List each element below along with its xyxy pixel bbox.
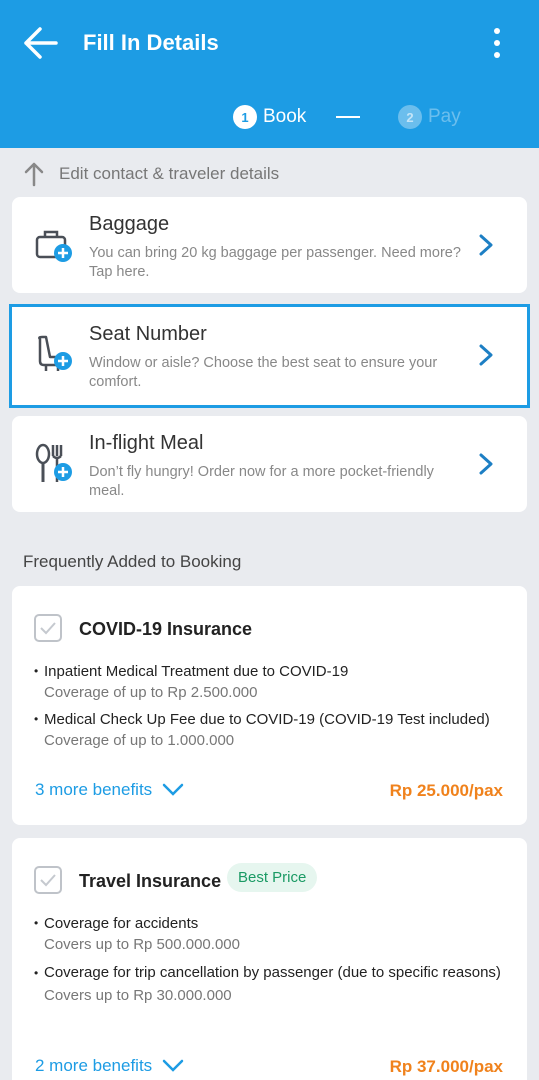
benefit-title: Medical Check Up Fee due to COVID-19 (CO… [34, 709, 514, 730]
back-arrow-icon[interactable] [22, 24, 62, 62]
section-title: Frequently Added to Booking [23, 552, 242, 571]
step-book: 1 Book [233, 104, 306, 130]
step-divider [336, 116, 360, 118]
more-benefits-link[interactable]: 3 more benefits [35, 780, 184, 800]
insurance-checkbox[interactable] [34, 866, 62, 894]
more-benefits-link[interactable]: 2 more benefits [35, 1056, 184, 1076]
more-benefits-label: 2 more benefits [35, 1056, 153, 1075]
benefit-item: Coverage for trip cancellation by passen… [34, 961, 514, 1006]
addon-card-baggage[interactable]: Baggage You can bring 20 kg baggage per … [12, 197, 527, 293]
benefit-title: Coverage for accidents [34, 913, 514, 934]
addon-card-seat-number[interactable]: Seat Number Window or aisle? Choose the … [9, 304, 530, 408]
addon-title: In-flight Meal [89, 432, 204, 454]
benefit-subtitle: Coverage of up to 1.000.000 [44, 732, 235, 749]
arrow-up-icon [24, 162, 44, 187]
step-pay: 2 Pay [398, 104, 461, 130]
app-header: Fill In Details 1 Book 2 Pay [0, 0, 539, 148]
baggage-add-icon [35, 230, 72, 262]
addon-card-inflight-meal[interactable]: In-flight Meal Don’t fly hungry! Order n… [12, 416, 527, 512]
seat-add-icon [38, 335, 72, 371]
edit-contact-label: Edit contact & traveler details [59, 164, 280, 183]
meal-add-icon [35, 443, 72, 482]
addon-description: Window or aisle? Choose the best seat to… [89, 355, 438, 390]
addon-title: Seat Number [89, 323, 207, 345]
step-number: 1 [233, 105, 257, 129]
insurance-price: Rp 37.000/pax [389, 1057, 503, 1076]
addon-title: Baggage [89, 213, 170, 235]
benefit-subtitle: Covers up to Rp 30.000.000 [44, 987, 232, 1004]
addon-description: Don’t fly hungry! Order now for a more p… [89, 464, 434, 499]
benefit-item: Medical Check Up Fee due to COVID-19 (CO… [34, 709, 514, 751]
insurance-price: Rp 25.000/pax [389, 781, 503, 800]
chevron-down-icon [162, 1059, 184, 1072]
step-label: Pay [428, 106, 461, 127]
more-benefits-label: 3 more benefits [35, 780, 153, 799]
chevron-down-icon [162, 783, 184, 796]
benefit-title: Inpatient Medical Treatment due to COVID… [34, 661, 514, 682]
edit-contact-link[interactable]: Edit contact & traveler details [22, 160, 279, 188]
benefit-title: Coverage for trip cancellation by passen… [34, 961, 514, 985]
chevron-right-icon [479, 234, 493, 256]
insurance-card-covid: COVID-19 Insurance Inpatient Medical Tre… [12, 586, 527, 825]
benefit-subtitle: Coverage of up to Rp 2.500.000 [44, 684, 258, 701]
insurance-title: COVID-19 Insurance [79, 619, 253, 639]
step-number: 2 [398, 105, 422, 129]
page-title: Fill In Details [83, 30, 219, 55]
chevron-right-icon [479, 344, 493, 366]
more-options-icon[interactable] [486, 26, 508, 60]
best-price-badge: Best Price [227, 863, 318, 892]
insurance-checkbox[interactable] [34, 614, 62, 642]
chevron-right-icon [479, 453, 493, 475]
addon-description: You can bring 20 kg baggage per passenge… [89, 245, 461, 280]
step-label: Book [263, 106, 307, 127]
benefit-item: Inpatient Medical Treatment due to COVID… [34, 661, 514, 703]
insurance-card-travel: Travel Insurance Best Price Coverage for… [12, 838, 527, 1080]
benefit-subtitle: Covers up to Rp 500.000.000 [44, 936, 240, 953]
insurance-title: Travel Insurance [79, 871, 222, 891]
benefit-item: Coverage for accidents Covers up to Rp 5… [34, 913, 514, 955]
